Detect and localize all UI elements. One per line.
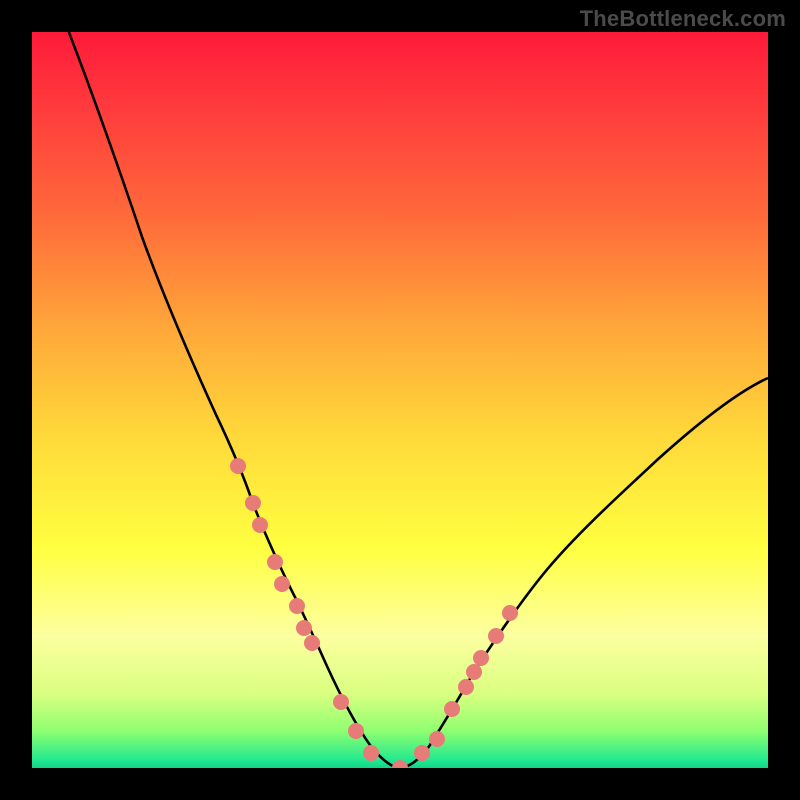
dot bbox=[444, 701, 460, 717]
dot bbox=[296, 620, 312, 636]
watermark-text: TheBottleneck.com bbox=[580, 6, 786, 32]
dot bbox=[466, 664, 482, 680]
dot bbox=[304, 635, 320, 651]
bottleneck-curve-svg bbox=[32, 32, 768, 768]
dot bbox=[392, 760, 408, 768]
dot bbox=[363, 745, 379, 761]
dot bbox=[274, 576, 290, 592]
dot bbox=[473, 650, 489, 666]
dot bbox=[414, 745, 430, 761]
dot bbox=[488, 628, 504, 644]
dot bbox=[252, 517, 268, 533]
dot bbox=[333, 694, 349, 710]
curve-dots bbox=[230, 458, 518, 768]
plot-area bbox=[32, 32, 768, 768]
chart-frame: TheBottleneck.com bbox=[0, 0, 800, 800]
dot bbox=[458, 679, 474, 695]
dot bbox=[429, 731, 445, 747]
dot bbox=[230, 458, 246, 474]
dot bbox=[289, 598, 305, 614]
dot bbox=[245, 495, 261, 511]
dot bbox=[267, 554, 283, 570]
dot bbox=[348, 723, 364, 739]
bottleneck-curve-line bbox=[69, 32, 768, 768]
dot bbox=[502, 605, 518, 621]
curve-path bbox=[69, 32, 768, 768]
